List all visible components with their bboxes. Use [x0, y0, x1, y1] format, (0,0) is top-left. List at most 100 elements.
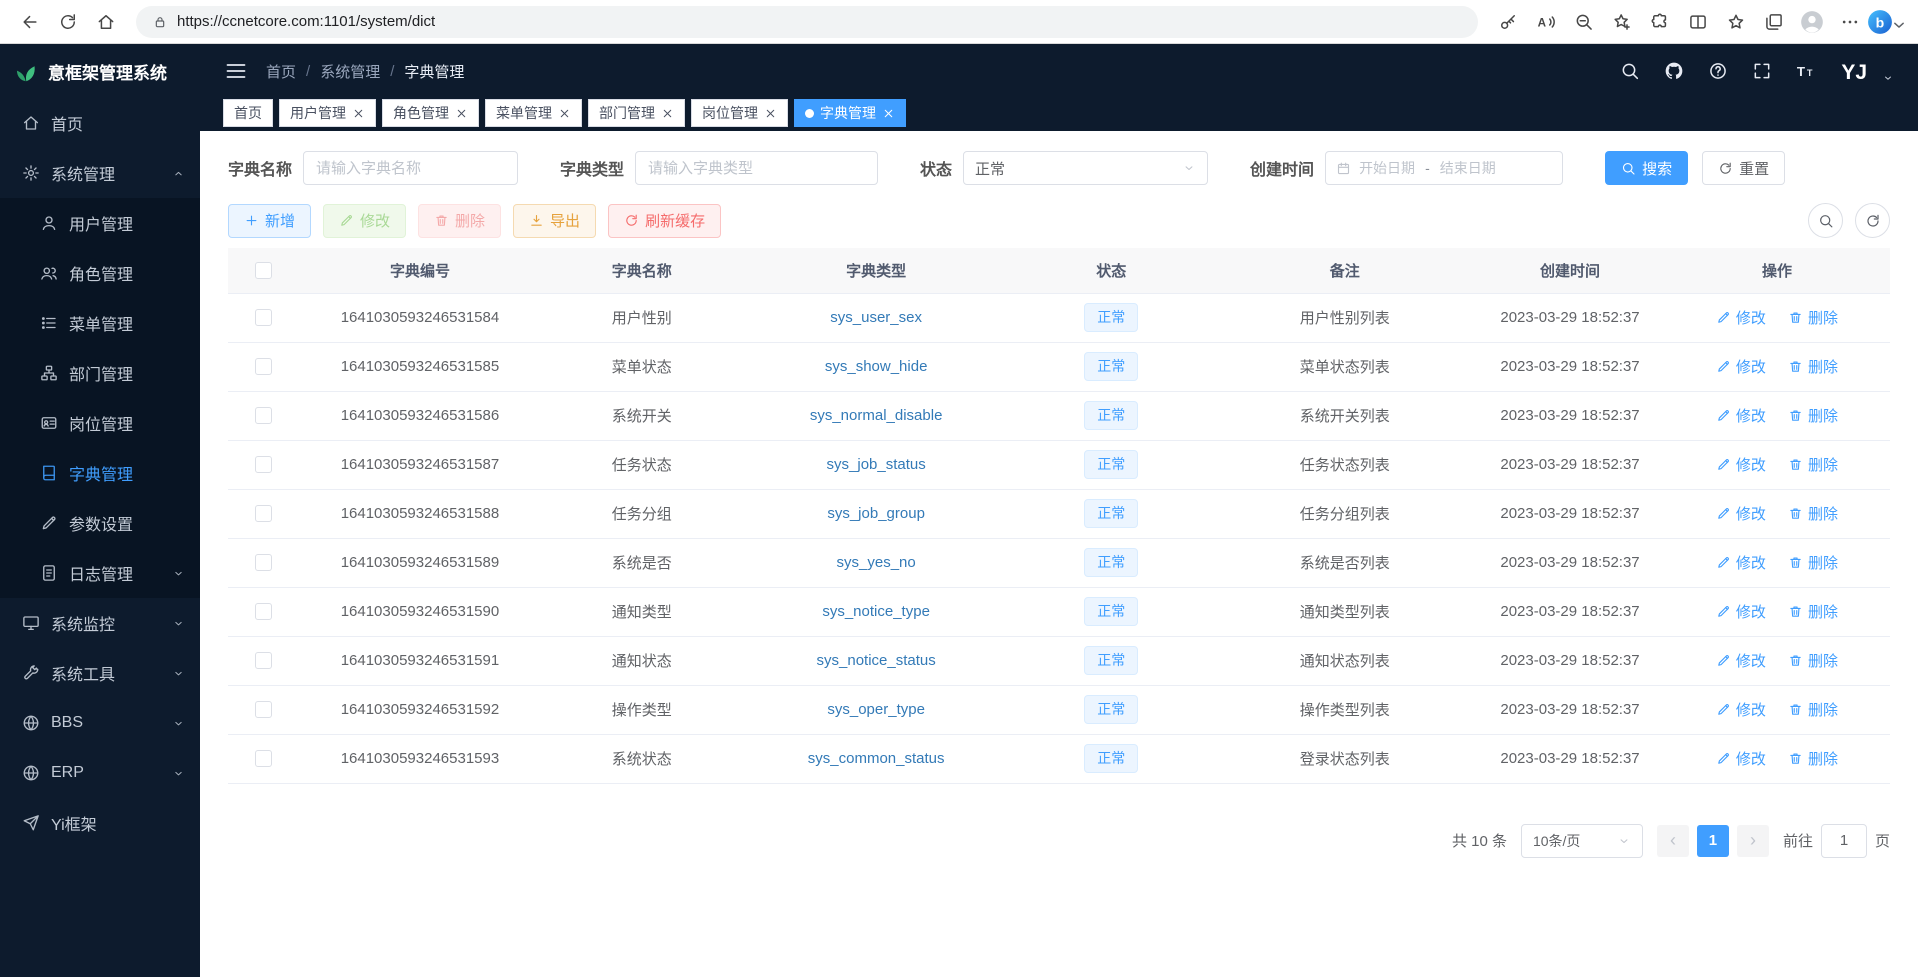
- select-all-checkbox[interactable]: [255, 262, 272, 279]
- sidebar-item-bbs[interactable]: BBS: [0, 698, 200, 748]
- sidebar-item-yi[interactable]: Yi框架: [0, 798, 200, 848]
- dict-type-link[interactable]: sys_yes_no: [837, 554, 916, 571]
- close-icon[interactable]: [764, 107, 777, 120]
- row-checkbox[interactable]: [255, 407, 272, 424]
- fullscreen-icon[interactable]: [1752, 61, 1772, 81]
- row-edit-link[interactable]: 修改: [1716, 650, 1766, 671]
- dict-type-link[interactable]: sys_job_status: [827, 456, 926, 473]
- profile-button[interactable]: [1794, 5, 1830, 39]
- row-delete-link[interactable]: 删除: [1788, 454, 1838, 475]
- row-edit-link[interactable]: 修改: [1716, 699, 1766, 720]
- row-delete-link[interactable]: 删除: [1788, 552, 1838, 573]
- browser-back-button[interactable]: [12, 5, 48, 39]
- row-checkbox[interactable]: [255, 603, 272, 620]
- sidebar-item-menu[interactable]: 菜单管理: [0, 298, 200, 348]
- bing-chat-button[interactable]: b: [1870, 5, 1906, 39]
- row-delete-link[interactable]: 删除: [1788, 699, 1838, 720]
- sidebar-item-system[interactable]: 系统管理: [0, 148, 200, 198]
- sidebar-item-log[interactable]: 日志管理: [0, 548, 200, 598]
- dict-type-link[interactable]: sys_normal_disable: [810, 407, 943, 424]
- dict-type-link[interactable]: sys_job_group: [827, 505, 925, 522]
- row-checkbox[interactable]: [255, 505, 272, 522]
- dict-type-link[interactable]: sys_notice_type: [822, 603, 930, 620]
- browser-refresh-button[interactable]: [50, 5, 86, 39]
- sidebar-item-dict[interactable]: 字典管理: [0, 448, 200, 498]
- breadcrumb-system[interactable]: 系统管理: [320, 61, 380, 82]
- user-avatar-menu[interactable]: YJ: [1840, 57, 1894, 85]
- address-bar[interactable]: https://ccnetcore.com:1101/system/dict: [136, 6, 1478, 38]
- font-size-icon[interactable]: TT: [1796, 61, 1816, 81]
- row-delete-link[interactable]: 删除: [1788, 405, 1838, 426]
- page-size-select[interactable]: 10条/页: [1521, 824, 1643, 858]
- delete-button[interactable]: 删除: [418, 204, 501, 238]
- close-icon[interactable]: [661, 107, 674, 120]
- header-search-icon[interactable]: [1620, 61, 1640, 81]
- tab-dept[interactable]: 部门管理: [588, 99, 685, 127]
- row-edit-link[interactable]: 修改: [1716, 454, 1766, 475]
- row-delete-link[interactable]: 删除: [1788, 748, 1838, 769]
- search-button[interactable]: 搜索: [1605, 151, 1688, 185]
- edit-button[interactable]: 修改: [323, 204, 406, 238]
- row-checkbox[interactable]: [255, 701, 272, 718]
- row-edit-link[interactable]: 修改: [1716, 503, 1766, 524]
- next-page-button[interactable]: ›: [1737, 825, 1769, 857]
- breadcrumb-home[interactable]: 首页: [266, 61, 296, 82]
- zoom-button[interactable]: [1566, 5, 1602, 39]
- sidebar-item-tool[interactable]: 系统工具: [0, 648, 200, 698]
- close-icon[interactable]: [882, 107, 895, 120]
- tab-home[interactable]: 首页: [223, 99, 273, 127]
- toggle-search-button[interactable]: [1808, 203, 1843, 238]
- prev-page-button[interactable]: ‹: [1657, 825, 1689, 857]
- sidebar-item-monitor[interactable]: 系统监控: [0, 598, 200, 648]
- extensions-button[interactable]: [1642, 5, 1678, 39]
- tab-user[interactable]: 用户管理: [279, 99, 376, 127]
- status-select[interactable]: 正常: [963, 151, 1208, 185]
- row-checkbox[interactable]: [255, 750, 272, 767]
- sidebar-item-user[interactable]: 用户管理: [0, 198, 200, 248]
- close-icon[interactable]: [455, 107, 468, 120]
- tab-post[interactable]: 岗位管理: [691, 99, 788, 127]
- dict-type-input[interactable]: [635, 151, 878, 185]
- row-edit-link[interactable]: 修改: [1716, 307, 1766, 328]
- help-icon[interactable]: [1708, 61, 1728, 81]
- dict-type-link[interactable]: sys_show_hide: [825, 358, 928, 375]
- github-icon[interactable]: [1664, 61, 1684, 81]
- refresh-cache-button[interactable]: 刷新缓存: [608, 204, 721, 238]
- add-favorite-button[interactable]: [1604, 5, 1640, 39]
- split-screen-button[interactable]: [1680, 5, 1716, 39]
- goto-page-input[interactable]: [1821, 824, 1867, 858]
- export-button[interactable]: 导出: [513, 204, 596, 238]
- favorites-button[interactable]: [1718, 5, 1754, 39]
- sidebar-item-post[interactable]: 岗位管理: [0, 398, 200, 448]
- browser-home-button[interactable]: [88, 5, 124, 39]
- row-delete-link[interactable]: 删除: [1788, 307, 1838, 328]
- refresh-table-button[interactable]: [1855, 203, 1890, 238]
- dict-type-link[interactable]: sys_common_status: [808, 750, 945, 767]
- row-checkbox[interactable]: [255, 456, 272, 473]
- row-delete-link[interactable]: 删除: [1788, 650, 1838, 671]
- sidebar-item-home[interactable]: 首页: [0, 98, 200, 148]
- sidebar-toggle-button[interactable]: [224, 59, 248, 83]
- date-range-picker[interactable]: 开始日期 - 结束日期: [1325, 151, 1563, 185]
- dict-name-input[interactable]: [303, 151, 518, 185]
- row-edit-link[interactable]: 修改: [1716, 356, 1766, 377]
- row-checkbox[interactable]: [255, 358, 272, 375]
- row-edit-link[interactable]: 修改: [1716, 748, 1766, 769]
- row-checkbox[interactable]: [255, 309, 272, 326]
- close-icon[interactable]: [352, 107, 365, 120]
- tab-role[interactable]: 角色管理: [382, 99, 479, 127]
- sidebar-item-erp[interactable]: ERP: [0, 748, 200, 798]
- row-delete-link[interactable]: 删除: [1788, 601, 1838, 622]
- dict-type-link[interactable]: sys_oper_type: [827, 701, 925, 718]
- password-manager-button[interactable]: [1490, 5, 1526, 39]
- row-delete-link[interactable]: 删除: [1788, 356, 1838, 377]
- page-1-button[interactable]: 1: [1697, 825, 1729, 857]
- tab-dict[interactable]: 字典管理: [794, 99, 906, 127]
- close-icon[interactable]: [558, 107, 571, 120]
- row-checkbox[interactable]: [255, 652, 272, 669]
- dict-type-link[interactable]: sys_notice_status: [817, 652, 936, 669]
- collections-button[interactable]: [1756, 5, 1792, 39]
- row-edit-link[interactable]: 修改: [1716, 601, 1766, 622]
- sidebar-item-config[interactable]: 参数设置: [0, 498, 200, 548]
- row-edit-link[interactable]: 修改: [1716, 405, 1766, 426]
